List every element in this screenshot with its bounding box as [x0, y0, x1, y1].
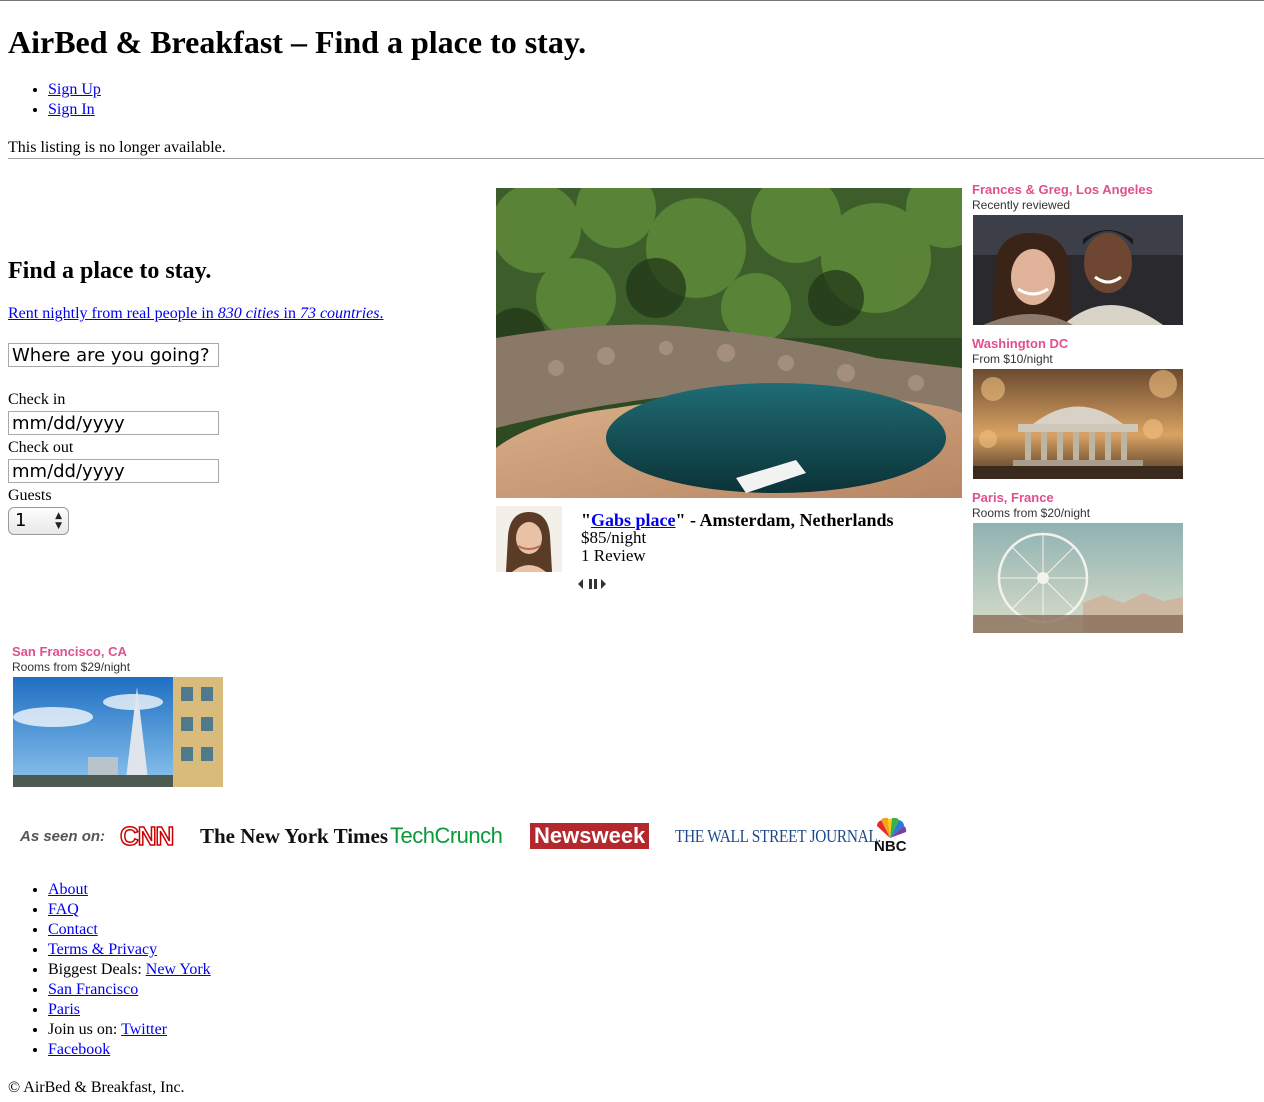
- checkout-label: Check out: [8, 439, 74, 456]
- destination-photo-san-francisco[interactable]: [13, 677, 223, 787]
- footer-item: Facebook: [48, 1040, 211, 1060]
- footer-item: Terms & Privacy: [48, 940, 211, 960]
- checkin-label: Check in: [8, 391, 66, 408]
- listing-title: "Gabs place" - Amsterdam, Netherlands: [581, 510, 893, 530]
- destination-title[interactable]: Paris, France: [972, 491, 1054, 505]
- footer-item: San Francisco: [48, 980, 211, 1000]
- destination-title[interactable]: San Francisco, CA: [12, 645, 127, 659]
- divider: [8, 158, 1264, 159]
- previous-icon[interactable]: [576, 577, 584, 591]
- destination-search-input[interactable]: [8, 343, 219, 367]
- footer-item: Join us on: Twitter: [48, 1020, 211, 1040]
- destination-subtitle: From $10/night: [972, 352, 1053, 366]
- faq-link[interactable]: FAQ: [48, 901, 79, 918]
- footer-item: Biggest Deals: New York: [48, 960, 211, 980]
- search-tagline: Rent nightly from real people in 830 cit…: [8, 304, 384, 324]
- sign-in-link[interactable]: Sign In: [48, 101, 95, 118]
- twitter-link[interactable]: Twitter: [121, 1021, 167, 1038]
- countries-count: 73 countries: [299, 305, 380, 322]
- footer-item: Paris: [48, 1000, 211, 1020]
- auth-item-sign-in: Sign In: [48, 100, 101, 120]
- terms-privacy-link[interactable]: Terms & Privacy: [48, 941, 157, 958]
- cities-count: 830 cities: [217, 305, 280, 322]
- contact-link[interactable]: Contact: [48, 921, 98, 938]
- biggest-deals-label: Biggest Deals:: [48, 961, 146, 978]
- featured-listing-photo[interactable]: [496, 188, 962, 498]
- guests-select[interactable]: 1 ▲ ▼: [8, 507, 69, 535]
- techcrunch-logo: TechCrunch: [390, 823, 503, 848]
- footer-item: About: [48, 880, 211, 900]
- listing-name-link[interactable]: Gabs place: [591, 510, 676, 530]
- next-icon[interactable]: [600, 577, 608, 591]
- checkin-date-input[interactable]: [8, 411, 219, 435]
- pause-icon[interactable]: [587, 577, 597, 591]
- destination-title[interactable]: Frances & Greg, Los Angeles: [972, 183, 1153, 197]
- as-seen-on-label: As seen on:: [20, 827, 106, 845]
- facebook-link[interactable]: Facebook: [48, 1041, 110, 1058]
- join-us-label: Join us on:: [48, 1021, 122, 1038]
- destination-photo-washington-dc[interactable]: [973, 369, 1183, 479]
- press-bar: As seen on: CNN The New York Times TechC…: [20, 814, 940, 858]
- footer-item: FAQ: [48, 900, 211, 920]
- about-link[interactable]: About: [48, 881, 88, 898]
- search-submit-link[interactable]: [8, 377, 12, 386]
- tagline-mid: in: [279, 305, 300, 322]
- auth-item-sign-up: Sign Up: [48, 80, 101, 100]
- slideshow-controls: [576, 576, 608, 592]
- san-francisco-link[interactable]: San Francisco: [48, 981, 138, 998]
- destination-subtitle: Recently reviewed: [972, 198, 1071, 212]
- sign-up-link[interactable]: Sign Up: [48, 81, 101, 98]
- footer-item: Contact: [48, 920, 211, 940]
- cnn-logo: CNN: [119, 820, 175, 852]
- newsweek-logo: Newsweek: [530, 823, 650, 849]
- search-heading: Find a place to stay.: [8, 258, 212, 284]
- tagline-prefix: Rent nightly from real people in: [8, 305, 218, 322]
- listing-location: " - Amsterdam, Netherlands: [675, 510, 894, 530]
- tagline-link[interactable]: Rent nightly from real people in 830 cit…: [8, 305, 384, 322]
- copyright: © AirBed & Breakfast, Inc.: [8, 1079, 185, 1096]
- destination-title[interactable]: Washington DC: [972, 337, 1068, 351]
- tagline-suffix: .: [379, 305, 384, 322]
- footer-links: About FAQ Contact Terms & Privacy Bigges…: [8, 880, 211, 1060]
- new-york-link[interactable]: New York: [146, 961, 211, 978]
- site-title: AirBed & Breakfast – Find a place to sta…: [8, 24, 587, 60]
- guests-value: 1: [15, 510, 27, 531]
- nyt-logo: The New York Times: [200, 823, 389, 848]
- quote-open: ": [581, 510, 591, 530]
- destination-photo-los-angeles[interactable]: [973, 215, 1183, 325]
- listing-price: $85/night: [581, 528, 647, 547]
- guests-label: Guests: [8, 487, 52, 504]
- host-avatar[interactable]: [496, 506, 562, 572]
- checkout-date-input[interactable]: [8, 459, 219, 483]
- top-border: [0, 0, 1264, 1]
- destination-photo-paris[interactable]: [973, 523, 1183, 633]
- listing-reviews: 1 Review: [581, 546, 646, 565]
- wsj-logo: THE WALL STREET JOURNAL.: [675, 825, 882, 846]
- listing-unavailable-notice: This listing is no longer available.: [8, 139, 226, 156]
- auth-links: Sign Up Sign In: [8, 80, 101, 120]
- destination-subtitle: Rooms from $20/night: [972, 506, 1091, 520]
- destination-subtitle: Rooms from $29/night: [12, 660, 131, 674]
- paris-link[interactable]: Paris: [48, 1001, 80, 1018]
- select-arrows-icon: ▲ ▼: [55, 511, 62, 531]
